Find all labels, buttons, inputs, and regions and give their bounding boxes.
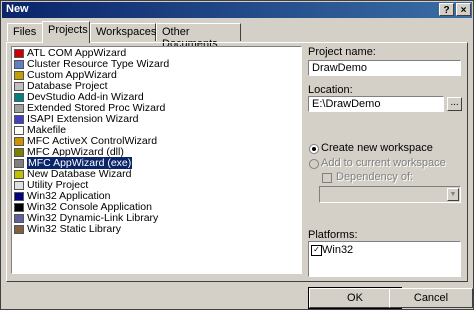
cluster-icon — [14, 59, 24, 69]
chevron-down-icon[interactable]: ▼ — [447, 188, 459, 201]
new-db-icon — [14, 169, 24, 179]
console-icon — [14, 202, 24, 212]
location-label: Location: — [308, 84, 353, 96]
static-lib-icon — [14, 224, 24, 234]
stored-proc-icon — [14, 103, 24, 113]
dependency-select[interactable]: ▼ — [319, 186, 461, 203]
tab-workspaces[interactable]: Workspaces — [90, 23, 156, 41]
list-item[interactable]: Win32 Static Library — [14, 224, 121, 235]
new-dialog: New ? × Files Projects Workspaces Other … — [0, 0, 474, 310]
activex-icon — [14, 136, 24, 146]
platforms-label: Platforms: — [308, 229, 358, 241]
dependency-label: Dependency of: — [336, 171, 414, 183]
check-icon[interactable]: ✓ — [311, 244, 322, 256]
close-button[interactable]: × — [456, 3, 471, 16]
project-type-list[interactable]: ATL COM AppWizard Cluster Resource Type … — [11, 46, 302, 274]
tab-files[interactable]: Files — [7, 23, 44, 41]
project-name-field[interactable]: DrawDemo — [308, 60, 461, 76]
mfc-dll-icon — [14, 147, 24, 157]
makefile-icon — [14, 125, 24, 135]
win32-app-icon — [14, 191, 24, 201]
tab-projects-label: Projects — [48, 24, 88, 36]
location-field[interactable]: E:\DrawDemo — [308, 96, 444, 112]
custom-wizard-icon — [14, 70, 24, 80]
addin-icon — [14, 92, 24, 102]
tab-other-documents[interactable]: Other Documents — [156, 23, 241, 50]
help-button[interactable]: ? — [439, 3, 454, 16]
dll-icon — [14, 213, 24, 223]
utility-icon — [14, 180, 24, 190]
platforms-list[interactable]: ✓ Win32 — [308, 241, 461, 277]
dependency-checkbox[interactable] — [322, 173, 332, 183]
title-bar[interactable]: New ? × — [2, 2, 472, 18]
create-new-workspace-radio[interactable] — [309, 144, 319, 154]
ok-button[interactable]: OK — [308, 287, 402, 309]
project-name-label: Project name: — [308, 46, 376, 58]
atl-icon — [14, 48, 24, 58]
tab-workspaces-label: Workspaces — [96, 26, 157, 38]
create-new-workspace-label: Create new workspace — [321, 142, 433, 154]
isapi-icon — [14, 114, 24, 124]
add-to-current-workspace-radio[interactable] — [309, 159, 319, 169]
add-to-current-workspace-label: Add to current workspace — [321, 157, 446, 169]
tab-files-label: Files — [13, 26, 37, 38]
platform-item[interactable]: ✓ Win32 — [311, 244, 353, 256]
tab-projects[interactable]: Projects — [42, 21, 90, 43]
window-title: New — [6, 3, 29, 15]
database-icon — [14, 81, 24, 91]
browse-button[interactable]: ... — [447, 97, 462, 111]
mfc-exe-icon — [14, 158, 24, 168]
cancel-button[interactable]: Cancel — [389, 288, 473, 308]
